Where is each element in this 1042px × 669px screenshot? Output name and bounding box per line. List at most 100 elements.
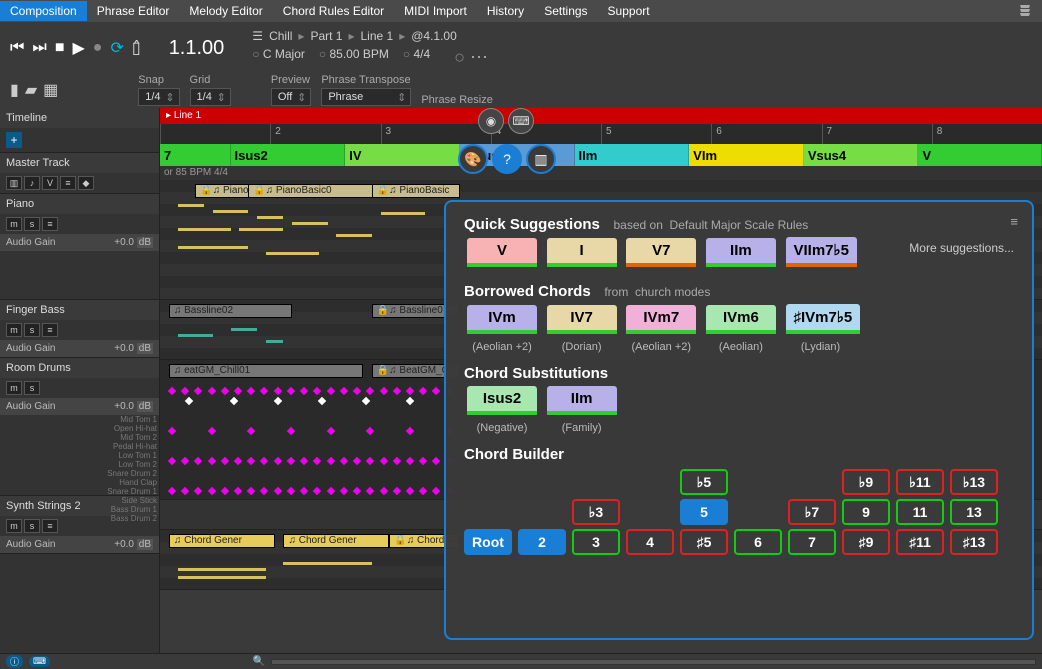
transpose-select[interactable]: Phrase [321,88,411,106]
mt-btn5[interactable]: ◆ [78,176,94,190]
clip[interactable]: ♫ eatGM_Chill01 [169,364,363,378]
builder-b11[interactable]: ♭11 [896,469,944,495]
grid-select[interactable]: 1/4 [190,88,231,106]
sig-display[interactable]: 4/4 [403,47,430,68]
chord-cell[interactable]: 7 [160,144,231,166]
chord-cell[interactable]: IIm [575,144,690,166]
chord-strip[interactable]: 7 Isus2 IV IVsus2 IIm VIm Vsus4 V [160,144,1042,166]
chord-chip[interactable]: IVm [467,305,537,334]
builder-11[interactable]: 11 [896,499,944,525]
solo-button[interactable]: s [24,519,40,533]
record-button[interactable]: ● [93,39,103,57]
clip[interactable]: ♫ Chord Gener [283,534,389,548]
tab-chord-rules-editor[interactable]: Chord Rules Editor [273,1,394,21]
track-header-drums[interactable]: Room Drums [0,358,159,378]
builder-b9[interactable]: ♭9 [842,469,890,495]
track-header-bass[interactable]: Finger Bass [0,300,159,320]
tab-history[interactable]: History [477,1,534,21]
gain-value[interactable]: +0.0 [114,237,134,248]
forward-button[interactable]: ⏭ [32,39,46,57]
mt-btn1[interactable]: ▥ [6,176,22,190]
grid-icon[interactable]: ▦ [43,80,58,100]
gain-value[interactable]: +0.0 [114,343,134,354]
menu-button[interactable]: ≡ [42,323,58,337]
loop-button[interactable]: ⟳ [110,38,123,58]
chord-chip[interactable]: IIm [547,386,617,415]
keyboard-icon[interactable]: ⌨ [508,108,534,134]
builder-b5[interactable]: ♭5 [680,469,728,495]
builder-2[interactable]: 2 [518,529,566,555]
tab-phrase-editor[interactable]: Phrase Editor [87,1,180,21]
builder-4[interactable]: 4 [626,529,674,555]
chord-chip[interactable]: IVm7 [626,305,696,334]
key-display[interactable]: C Major [252,47,305,68]
chord-cell[interactable]: Vsus4 [804,144,919,166]
builder-b3[interactable]: ♭3 [572,499,620,525]
mute-button[interactable]: m [6,217,22,231]
chord-chip[interactable]: V7 [626,238,696,267]
storage-icon[interactable] [1008,3,1042,20]
metronome-button[interactable]: ▯̂ [132,38,141,58]
palette-icon[interactable]: 🎨 [458,144,488,174]
clip[interactable]: 🔒♫ PianoBasic [372,184,460,198]
knob-icon[interactable]: ◉ [478,108,504,134]
builder-root[interactable]: Root [464,529,512,555]
document-icon[interactable]: ▮ [10,80,19,100]
preview-select[interactable]: Off [271,88,311,106]
builder-s9[interactable]: ♯9 [842,529,890,555]
solo-button[interactable]: s [24,217,40,231]
chord-cell[interactable]: Isus2 [231,144,346,166]
builder-b13[interactable]: ♭13 [950,469,998,495]
mute-button[interactable]: m [6,519,22,533]
mt-btn2[interactable]: ♪ [24,176,40,190]
status-pill[interactable]: ⌨ [29,656,50,667]
chord-chip[interactable]: V [467,238,537,267]
builder-7[interactable]: 7 [788,529,836,555]
tab-composition[interactable]: Composition [0,1,87,21]
snap-select[interactable]: 1/4 [138,88,179,106]
zoom-slider[interactable] [271,659,1036,665]
rewind-button[interactable]: ⏮ [10,39,24,57]
chord-cell[interactable]: V [918,144,1042,166]
more-suggestions-link[interactable]: More suggestions... [909,241,1014,255]
builder-s13[interactable]: ♯13 [950,529,998,555]
zoom-icon[interactable]: 🔍 [253,656,265,667]
breadcrumb[interactable]: ☰ Chill ▸ Part 1 ▸ Line 1 ▸ @4.1.00 [252,29,488,43]
chord-chip[interactable]: I [547,238,617,267]
solo-button[interactable]: s [24,381,40,395]
clip[interactable]: ♫ Chord Gener [169,534,275,548]
tab-settings[interactable]: Settings [534,1,597,21]
time-ruler[interactable]: 2 3 4 5 6 7 8 [160,124,1042,144]
builder-6[interactable]: 6 [734,529,782,555]
chord-chip[interactable]: IIm [706,238,776,267]
add-timeline-button[interactable]: + [6,132,22,148]
mt-btn4[interactable]: ≡ [60,176,76,190]
mt-btn3[interactable]: V [42,176,58,190]
more-button[interactable]: ⋯ [454,47,488,68]
stop-button[interactable]: ■ [55,39,65,57]
chord-chip[interactable]: Isus2 [467,386,537,415]
gain-value[interactable]: +0.0 [114,401,134,412]
builder-s11[interactable]: ♯11 [896,529,944,555]
chord-chip[interactable]: IVm6 [706,305,776,334]
bpm-display[interactable]: 85.00 BPM [319,47,389,68]
builder-b7[interactable]: ♭7 [788,499,836,525]
mute-button[interactable]: m [6,381,22,395]
builder-13[interactable]: 13 [950,499,998,525]
builder-5[interactable]: 5 [680,499,728,525]
mute-button[interactable]: m [6,323,22,337]
chord-chip[interactable]: ♯IVm7♭5 [786,304,861,334]
stack-icon[interactable]: ▰ [25,80,37,100]
chord-cell[interactable]: VIm [689,144,804,166]
tab-support[interactable]: Support [598,1,660,21]
menu-button[interactable]: ≡ [42,217,58,231]
tab-midi-import[interactable]: MIDI Import [394,1,477,21]
line-header[interactable]: ▸ Line 1 [160,108,1042,124]
builder-9[interactable]: 9 [842,499,890,525]
builder-s5[interactable]: ♯5 [680,529,728,555]
solo-button[interactable]: s [24,323,40,337]
play-button[interactable]: ▶ [72,38,84,58]
gain-value[interactable]: +0.0 [114,539,134,550]
builder-3[interactable]: 3 [572,529,620,555]
popup-menu-icon[interactable]: ≡ [1010,214,1018,229]
